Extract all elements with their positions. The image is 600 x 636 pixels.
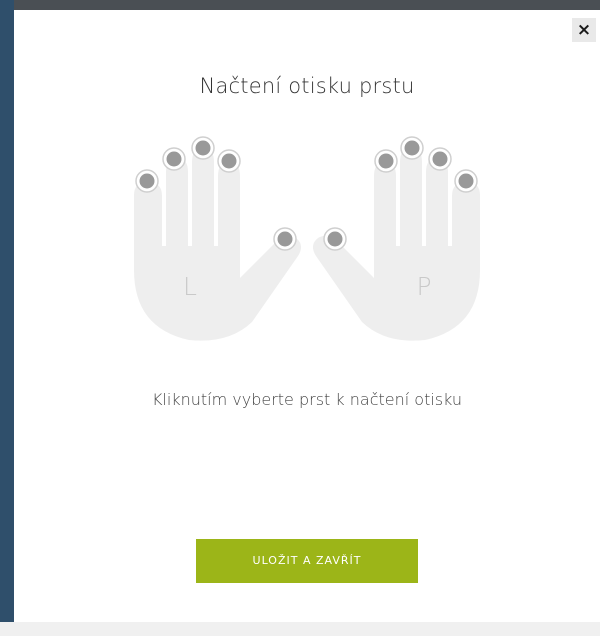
save-and-close-button[interactable]: ULOŽIT A ZAVŘÍT: [196, 539, 418, 583]
instruction-text: Kliknutím vyberte prst k načtení otisku: [151, 390, 463, 409]
hands-diagram: L P: [134, 136, 480, 341]
left-middle-finger-button[interactable]: [191, 136, 215, 160]
right-hand-label: P: [416, 272, 431, 301]
backdrop-left: [0, 0, 14, 636]
left-hand-label: L: [183, 272, 197, 301]
backdrop-bottom: [0, 622, 600, 636]
left-index-finger-button[interactable]: [217, 149, 241, 173]
left-hand: L: [134, 136, 302, 341]
right-hand: P: [312, 136, 480, 341]
right-index-finger-button[interactable]: [374, 149, 398, 173]
backdrop-top: [0, 0, 600, 10]
left-thumb-finger-button[interactable]: [273, 227, 297, 251]
right-thumb-finger-button[interactable]: [323, 227, 347, 251]
right-middle-finger-button[interactable]: [400, 136, 424, 160]
right-ring-finger-button[interactable]: [428, 147, 452, 171]
right-pinky-finger-button[interactable]: [454, 169, 478, 193]
left-ring-finger-button[interactable]: [162, 147, 186, 171]
left-pinky-finger-button[interactable]: [135, 169, 159, 193]
fingerprint-dialog: × Načtení otisku prstu L P Kliknutím vyb…: [14, 10, 600, 622]
